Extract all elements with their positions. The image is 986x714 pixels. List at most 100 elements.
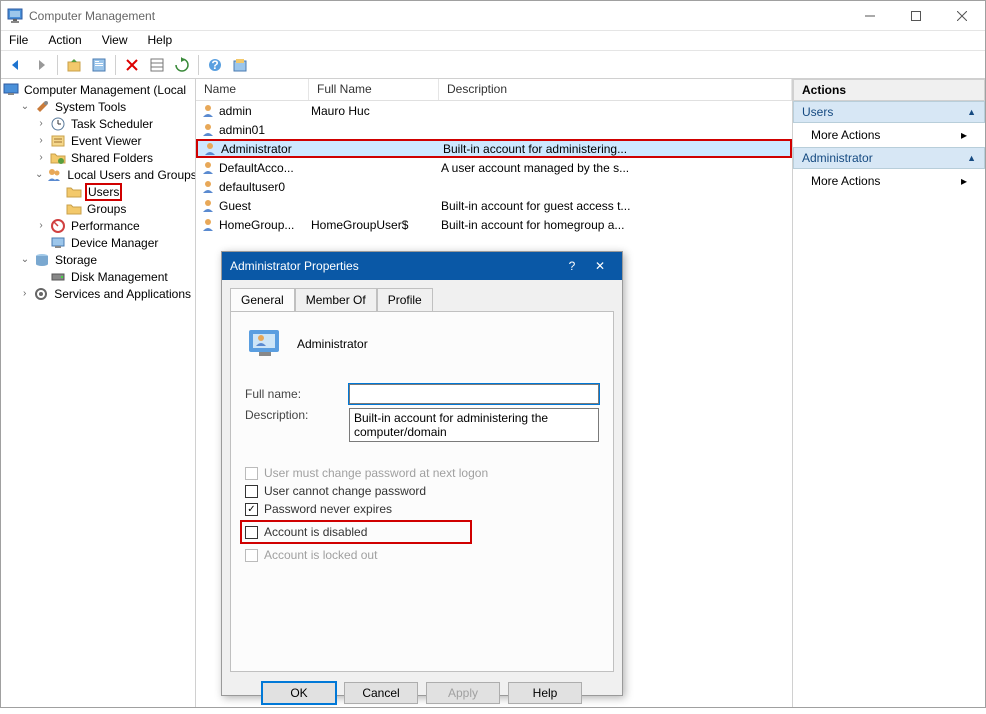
collapse-icon[interactable]: ⌄ <box>35 169 43 180</box>
dialog-username: Administrator <box>297 337 368 351</box>
tree-node-storage[interactable]: ⌄Storage <box>19 251 193 268</box>
col-fullname[interactable]: Full Name <box>309 79 439 100</box>
tree-node-shared-folders[interactable]: ›Shared Folders <box>35 149 193 166</box>
list-row[interactable]: defaultuser0 <box>196 177 792 196</box>
svg-text:?: ? <box>211 58 218 72</box>
checkbox-checked-icon: ✓ <box>245 503 258 516</box>
tree-node-performance[interactable]: ›Performance <box>35 217 193 234</box>
tab-general[interactable]: General <box>230 288 295 311</box>
tree-node-root[interactable]: Computer Management (Local <box>3 81 193 98</box>
checkbox-icon <box>245 485 258 498</box>
actions-header: Actions <box>793 79 985 101</box>
actions-section-administrator[interactable]: Administrator▲ <box>793 147 985 169</box>
expand-icon[interactable]: › <box>19 288 30 299</box>
checkbox-neverexpire[interactable]: ✓Password never expires <box>245 502 599 516</box>
up-button[interactable] <box>63 54 85 76</box>
chevron-right-icon: ▸ <box>961 174 967 188</box>
collapse-icon[interactable]: ⌄ <box>19 101 31 112</box>
tree-node-device-manager[interactable]: Device Manager <box>35 234 193 251</box>
performance-icon <box>50 218 66 234</box>
collapse-icon[interactable]: ▲ <box>967 153 976 163</box>
users-icon <box>46 167 62 183</box>
help-button[interactable]: Help <box>508 682 582 704</box>
tree-node-event-viewer[interactable]: ›Event Viewer <box>35 132 193 149</box>
dialog-title: Administrator Properties <box>230 259 558 273</box>
list-row[interactable]: GuestBuilt-in account for guest access t… <box>196 196 792 215</box>
tree-node-disk-management[interactable]: Disk Management <box>35 268 193 285</box>
user-icon <box>200 122 216 138</box>
collapse-icon[interactable]: ▲ <box>967 107 976 117</box>
expand-icon[interactable]: › <box>35 118 47 129</box>
user-icon <box>200 217 216 233</box>
collapse-icon[interactable]: ⌄ <box>19 254 31 265</box>
folder-share-icon <box>50 150 66 166</box>
maximize-button[interactable] <box>893 1 939 31</box>
list-row[interactable]: adminMauro Huc <box>196 101 792 120</box>
refresh-button[interactable] <box>171 54 193 76</box>
menu-view[interactable]: View <box>100 33 130 48</box>
expand-icon[interactable]: › <box>35 152 47 163</box>
tree-pane[interactable]: Computer Management (Local ⌄ System Tool… <box>1 79 196 707</box>
services-icon <box>33 286 49 302</box>
tree-node-local-users-groups[interactable]: ⌄Local Users and Groups <box>35 166 193 183</box>
events-icon <box>50 133 66 149</box>
checkbox-disabled[interactable]: Account is disabled <box>240 520 472 544</box>
close-button[interactable] <box>939 1 985 31</box>
apply-button[interactable]: Apply <box>426 682 500 704</box>
tree-node-users[interactable]: Users <box>51 183 193 200</box>
tab-memberof[interactable]: Member Of <box>295 288 377 311</box>
dialog-help-button[interactable]: ? <box>558 259 586 273</box>
user-icon <box>200 198 216 214</box>
actions-section-users[interactable]: Users▲ <box>793 101 985 123</box>
forward-button[interactable] <box>30 54 52 76</box>
actions-more-admin[interactable]: More Actions▸ <box>793 169 985 193</box>
menu-help[interactable]: Help <box>146 33 175 48</box>
delete-button[interactable] <box>121 54 143 76</box>
window-title: Computer Management <box>29 9 847 23</box>
toolbar-separator <box>115 55 116 75</box>
actions-pane: Actions Users▲ More Actions▸ Administrat… <box>793 79 985 707</box>
expand-icon[interactable]: › <box>35 220 47 231</box>
tab-profile[interactable]: Profile <box>377 288 433 311</box>
list-row[interactable]: HomeGroup...HomeGroupUser$Built-in accou… <box>196 215 792 234</box>
help-button[interactable]: ? <box>204 54 226 76</box>
dialog-close-button[interactable]: ✕ <box>586 259 614 273</box>
list-row[interactable]: DefaultAcco...A user account managed by … <box>196 158 792 177</box>
back-button[interactable] <box>5 54 27 76</box>
ok-button[interactable]: OK <box>262 682 336 704</box>
tree-node-system-tools[interactable]: ⌄ System Tools <box>19 98 193 115</box>
expand-icon[interactable]: › <box>35 135 47 146</box>
toolbar-separator <box>57 55 58 75</box>
minimize-button[interactable] <box>847 1 893 31</box>
folder-icon <box>66 184 82 200</box>
clock-icon <box>50 116 66 132</box>
storage-icon <box>34 252 50 268</box>
device-icon <box>50 235 66 251</box>
list-row[interactable]: AdministratorBuilt-in account for admini… <box>196 139 792 158</box>
col-name[interactable]: Name <box>196 79 309 100</box>
user-icon <box>202 141 218 157</box>
tree-node-task-scheduler[interactable]: ›Task Scheduler <box>35 115 193 132</box>
list-row[interactable]: admin01 <box>196 120 792 139</box>
actions-more-users[interactable]: More Actions▸ <box>793 123 985 147</box>
menu-bar: File Action View Help <box>1 31 985 51</box>
chevron-right-icon: ▸ <box>961 128 967 142</box>
checkbox-mustchange: User must change password at next logon <box>245 466 599 480</box>
checkbox-icon <box>245 467 258 480</box>
menu-file[interactable]: File <box>7 33 30 48</box>
list-button[interactable] <box>146 54 168 76</box>
description-label: Description: <box>245 408 349 422</box>
properties-button[interactable] <box>88 54 110 76</box>
dialog-titlebar[interactable]: Administrator Properties ? ✕ <box>222 252 622 280</box>
tree-node-services-apps[interactable]: ›Services and Applications <box>19 285 193 302</box>
export-button[interactable] <box>229 54 251 76</box>
tree-node-groups[interactable]: Groups <box>51 200 193 217</box>
description-input[interactable] <box>349 408 599 442</box>
menu-action[interactable]: Action <box>46 33 83 48</box>
checkbox-cannotchange[interactable]: User cannot change password <box>245 484 599 498</box>
user-icon <box>200 103 216 119</box>
checkbox-icon <box>245 526 258 539</box>
fullname-input[interactable] <box>349 384 599 404</box>
cancel-button[interactable]: Cancel <box>344 682 418 704</box>
col-description[interactable]: Description <box>439 79 792 100</box>
